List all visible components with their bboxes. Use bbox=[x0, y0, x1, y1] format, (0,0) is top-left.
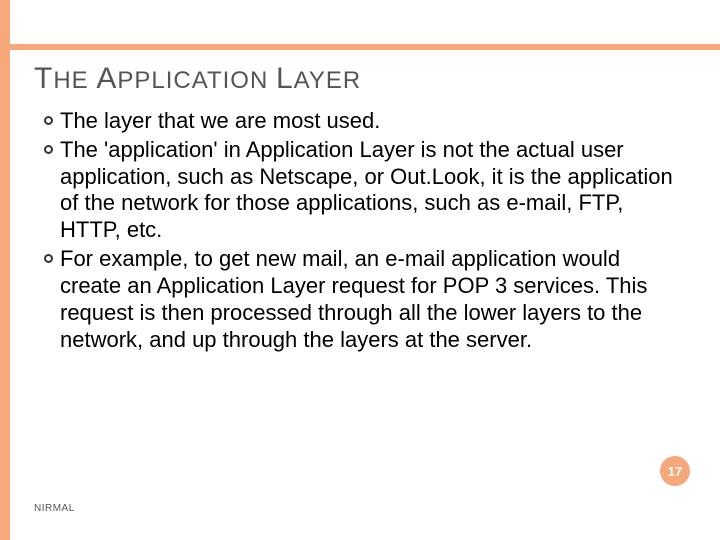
page-number: 17 bbox=[668, 464, 682, 479]
bullet-item: For example, to get new mail, an e-mail … bbox=[44, 246, 686, 353]
bullet-text: The 'application' in Application Layer i… bbox=[60, 137, 673, 242]
title-word2-cap: A bbox=[96, 62, 117, 95]
bullet-text: The layer that we are most used. bbox=[60, 108, 380, 133]
bullet-text: For example, to get new mail, an e-mail … bbox=[60, 246, 647, 351]
title-word1-rest: HE bbox=[53, 67, 88, 94]
ring-bullet-icon bbox=[44, 116, 53, 125]
title-word2-rest: PPLICATION bbox=[117, 67, 268, 94]
bullet-item: The layer that we are most used. bbox=[44, 108, 686, 135]
accent-stripe-top bbox=[0, 44, 720, 50]
page-number-badge: 17 bbox=[660, 456, 690, 486]
slide-title: THE APPLICATION LAYER bbox=[34, 62, 690, 96]
slide-body: The layer that we are most used. The 'ap… bbox=[44, 108, 686, 355]
author-label: NIRMAL bbox=[34, 503, 75, 514]
title-word1-cap: T bbox=[34, 62, 53, 95]
accent-stripe-left bbox=[0, 0, 10, 540]
title-word3-cap: L bbox=[276, 62, 294, 95]
ring-bullet-icon bbox=[44, 254, 53, 263]
title-word3-rest: AYER bbox=[294, 67, 362, 94]
bullet-item: The 'application' in Application Layer i… bbox=[44, 137, 686, 244]
ring-bullet-icon bbox=[44, 145, 53, 154]
slide: THE APPLICATION LAYER The layer that we … bbox=[0, 0, 720, 540]
